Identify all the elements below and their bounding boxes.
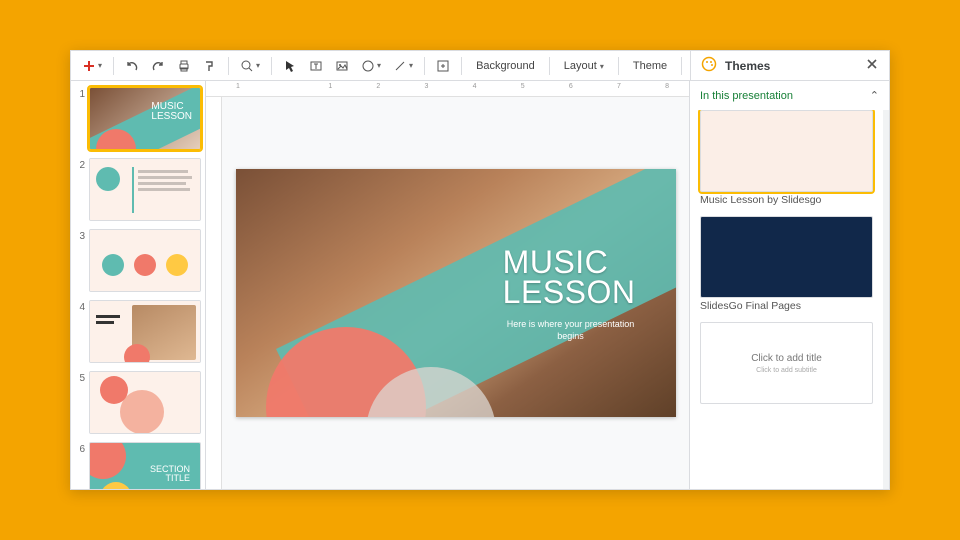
vertical-ruler: [206, 97, 222, 489]
chevron-down-icon: ▾: [600, 62, 604, 71]
panel-title: Themes: [725, 59, 857, 73]
slide-thumbnail[interactable]: SECTIONTITLE: [89, 442, 201, 489]
main-area: 1 MUSICLESSON 2 3: [71, 81, 889, 489]
thumb-number: 3: [75, 229, 85, 292]
theme-button[interactable]: Theme: [625, 56, 675, 76]
zoom-button[interactable]: ▾: [235, 55, 265, 77]
slide-thumbnail[interactable]: [89, 158, 201, 221]
slide-thumbnail[interactable]: MUSICLESSON: [89, 87, 201, 150]
chevron-up-icon: ⌃: [870, 89, 879, 102]
slide-thumbnail-strip: 1 MUSICLESSON 2 3: [71, 81, 206, 489]
blank-title: Click to add title: [751, 353, 822, 364]
layout-button[interactable]: Layout ▾: [556, 56, 612, 76]
panel-section-header[interactable]: In this presentation ⌃: [690, 81, 889, 110]
shape-tool[interactable]: ▾: [356, 55, 386, 77]
thumb-number: 1: [75, 87, 85, 150]
slide-subtitle[interactable]: Here is where your presentation begins: [506, 319, 636, 342]
section-label: In this presentation: [700, 90, 793, 102]
comment-button[interactable]: [431, 55, 455, 77]
paint-format-button[interactable]: [198, 55, 222, 77]
slide-thumbnail[interactable]: [89, 229, 201, 292]
theme-card[interactable]: [700, 216, 873, 298]
thumb-number: 2: [75, 158, 85, 221]
slides-app: ▾ ▾ ▾ ▾ Background Layout ▾ Theme Transi…: [70, 50, 890, 490]
separator: [228, 57, 229, 75]
horizontal-ruler: 1 12 34 56 78: [206, 81, 689, 97]
theme-card[interactable]: [700, 110, 873, 192]
canvas: 1 12 34 56 78 MUSIC: [206, 81, 689, 489]
print-button[interactable]: [172, 55, 196, 77]
slide-title-line: LESSON: [503, 274, 636, 310]
image-tool[interactable]: [330, 55, 354, 77]
themes-panel: Themes In this presentation ⌃ Music Less…: [689, 81, 889, 489]
chevron-down-icon: ▾: [377, 61, 381, 70]
separator: [113, 57, 114, 75]
palette-icon: [701, 56, 717, 75]
thumb-number: 5: [75, 371, 85, 434]
select-tool[interactable]: [278, 55, 302, 77]
chevron-down-icon: ▾: [409, 61, 413, 70]
thumb-number: 4: [75, 300, 85, 363]
blank-subtitle: Click to add subtitle: [756, 367, 817, 374]
separator: [618, 57, 619, 75]
close-icon[interactable]: [865, 57, 879, 74]
separator: [424, 57, 425, 75]
background-button[interactable]: Background: [468, 56, 543, 76]
chevron-down-icon: ▾: [256, 61, 260, 70]
panel-body: Music Lesson by Slidesgo SlidesGo Final …: [690, 110, 889, 489]
thumb-number: 6: [75, 442, 85, 489]
theme-card[interactable]: Click to add title Click to add subtitle: [700, 322, 873, 404]
panel-header: Themes: [690, 51, 889, 81]
line-tool[interactable]: ▾: [388, 55, 418, 77]
separator: [681, 57, 682, 75]
theme-name: SlidesGo Final Pages: [700, 300, 873, 312]
slide-thumbnail[interactable]: [89, 300, 201, 363]
theme-name: Music Lesson by Slidesgo: [700, 194, 873, 206]
new-slide-button[interactable]: ▾: [77, 55, 107, 77]
slide-stage[interactable]: MUSIC LESSON Here is where your presenta…: [222, 97, 689, 489]
undo-button[interactable]: [120, 55, 144, 77]
current-slide[interactable]: MUSIC LESSON Here is where your presenta…: [236, 169, 676, 417]
slide-thumbnail[interactable]: [89, 371, 201, 434]
chevron-down-icon: ▾: [98, 61, 102, 70]
slide-title[interactable]: MUSIC LESSON: [503, 247, 636, 308]
separator: [461, 57, 462, 75]
separator: [271, 57, 272, 75]
textbox-tool[interactable]: [304, 55, 328, 77]
separator: [549, 57, 550, 75]
layout-label: Layout: [564, 60, 597, 72]
redo-button[interactable]: [146, 55, 170, 77]
